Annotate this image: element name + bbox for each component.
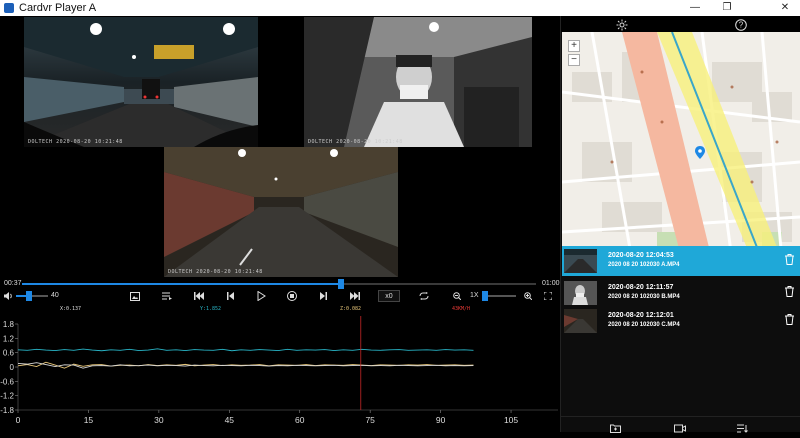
rate-label: 1X: [470, 292, 479, 299]
volume-icon[interactable]: [3, 290, 13, 302]
front-camera-timestamp: DOLTECH 2020-08-20 10:21:48: [28, 139, 123, 145]
chart-x-tick-label: 0: [16, 415, 21, 425]
sidebar: ? + − 2020-08-20 12:04:53 2020 08 20 102…: [560, 16, 800, 433]
window-title: Cardvr Player A: [19, 2, 97, 14]
file-name: 2020 08 20 102030 A.MP4: [608, 262, 680, 268]
y-readout: Y:1.852: [200, 306, 222, 312]
file-thumbnail: [564, 249, 597, 273]
chart-x-tick-label: 90: [436, 415, 446, 425]
file-list-item[interactable]: 2020-08-20 12:04:53 2020 08 20 102030 A.…: [562, 246, 800, 276]
playlist-icon[interactable]: [161, 290, 173, 302]
rear-camera-view[interactable]: DOLTECH 2020-08-20 10:21:48: [164, 147, 398, 277]
file-name: 2020 08 20 102030 B.MP4: [608, 294, 680, 300]
chart-x-tick-label: 45: [225, 415, 235, 425]
file-date: 2020-08-20 12:12:01: [608, 312, 674, 319]
app-icon: [4, 3, 14, 13]
close-button[interactable]: ✕: [770, 0, 800, 16]
speed-readout: 43KM/H: [452, 306, 471, 312]
timeline-progress: [22, 283, 341, 285]
stop-icon[interactable]: [286, 290, 298, 302]
step-forward-icon[interactable]: [317, 290, 329, 302]
map-zoom-out-button[interactable]: −: [568, 54, 580, 66]
loop-icon[interactable]: [418, 290, 430, 302]
file-thumbnail: [564, 281, 597, 305]
front-camera-image: [24, 17, 258, 147]
chart-y-tick-label: 1.8: [3, 320, 15, 329]
chart-y-tick-label: 0.6: [3, 349, 15, 358]
chart-x-tick-label: 105: [504, 415, 518, 425]
total-time: 01:00: [542, 280, 560, 287]
open-folder-icon[interactable]: [610, 420, 621, 438]
video-area: DOLTECH 2020-08-20 10:21:48 DOLTECH 2020…: [0, 16, 560, 278]
play-icon[interactable]: [255, 290, 267, 302]
chart-x-tick-label: 15: [84, 415, 94, 425]
snapshot-icon[interactable]: [129, 290, 141, 302]
speed-input[interactable]: x0: [378, 290, 400, 302]
sidebar-bottom-toolbar: [561, 416, 800, 433]
sort-list-icon[interactable]: [737, 420, 748, 438]
gsensor-chart[interactable]: 1.8 1.2 0.6 0 -0.6 -1.2 -1.8 0 15 30 45 60 75 90 105: [0, 316, 560, 432]
map-zoom-in-label: +: [571, 40, 577, 51]
cabin-camera-view[interactable]: DOLTECH 2020-08-20 10:21:48: [304, 17, 532, 147]
speed-input-value: x0: [385, 292, 393, 300]
chart-y-tick-label: -1.8: [0, 406, 14, 415]
step-back-icon[interactable]: [225, 290, 237, 302]
chart-y-tick-label: -1.2: [0, 392, 14, 401]
add-video-icon[interactable]: [674, 420, 686, 438]
delete-trash-icon[interactable]: [785, 286, 794, 299]
zoom-out-icon[interactable]: [452, 290, 462, 302]
chart-y-tick-label: 1.2: [3, 334, 15, 343]
z-readout: Z:0.082: [340, 306, 362, 312]
maximize-button[interactable]: ❐: [712, 0, 742, 16]
gsensor-chart-svg: 1.81.20.60-0.6-1.2-1.80 15 30 45 60 75 90 105: [0, 316, 558, 425]
zoom-in-icon[interactable]: [523, 290, 533, 302]
file-thumbnail: [564, 309, 597, 333]
map-tiles: [562, 32, 800, 260]
cabin-camera-timestamp: DOLTECH 2020-08-20 10:21:48: [308, 139, 403, 145]
timeline-slider[interactable]: [22, 279, 536, 289]
gps-map[interactable]: + − Leaflet | © OpenStreetMap contributo…: [562, 32, 800, 260]
chart-y-tick-label: -0.6: [0, 377, 14, 386]
fullscreen-icon[interactable]: [543, 290, 553, 302]
front-camera-view[interactable]: DOLTECH 2020-08-20 10:21:48: [24, 17, 258, 147]
chart-x-tick-label: 75: [365, 415, 375, 425]
file-date: 2020-08-20 12:11:57: [608, 284, 674, 291]
sensor-readouts: X:0.137 Y:1.852 Z:0.082 43KM/H: [0, 304, 560, 314]
timeline-handle[interactable]: [337, 279, 344, 289]
cabin-camera-image: [304, 17, 532, 147]
chart-x-tick-label: 60: [295, 415, 305, 425]
next-file-icon[interactable]: [349, 290, 361, 302]
chart-y-tick-label: 0: [10, 363, 15, 372]
map-zoom-out-label: −: [571, 54, 577, 65]
rate-slider[interactable]: [482, 291, 516, 301]
file-list-item[interactable]: 2020-08-20 12:12:01 2020 08 20 102030 C.…: [562, 306, 800, 336]
rate-handle[interactable]: [482, 291, 488, 301]
minimize-button[interactable]: —: [680, 0, 710, 16]
volume-value: 40: [51, 292, 59, 299]
rear-camera-timestamp: DOLTECH 2020-08-20 10:21:48: [168, 269, 263, 275]
map-zoom-in-button[interactable]: +: [568, 40, 580, 52]
svg-text:?: ?: [739, 21, 744, 30]
file-name: 2020 08 20 102030 C.MP4: [608, 322, 680, 328]
delete-trash-icon[interactable]: [785, 254, 794, 267]
volume-slider[interactable]: [16, 291, 48, 301]
delete-trash-icon[interactable]: [785, 314, 794, 327]
file-list-item[interactable]: 2020-08-20 12:11:57 2020 08 20 102030 B.…: [562, 278, 800, 308]
file-date: 2020-08-20 12:04:53: [608, 252, 674, 259]
x-readout: X:0.137: [60, 306, 82, 312]
volume-handle[interactable]: [25, 291, 32, 301]
rear-camera-image: [164, 147, 398, 277]
chart-x-tick-label: 30: [154, 415, 164, 425]
current-time: 00:37: [4, 280, 22, 287]
title-bar: Cardvr Player A — ❐ ✕: [0, 0, 800, 16]
chart-series-line-0: [17, 348, 474, 352]
sidebar-toolbar: ?: [561, 16, 800, 32]
previous-file-icon[interactable]: [193, 290, 205, 302]
